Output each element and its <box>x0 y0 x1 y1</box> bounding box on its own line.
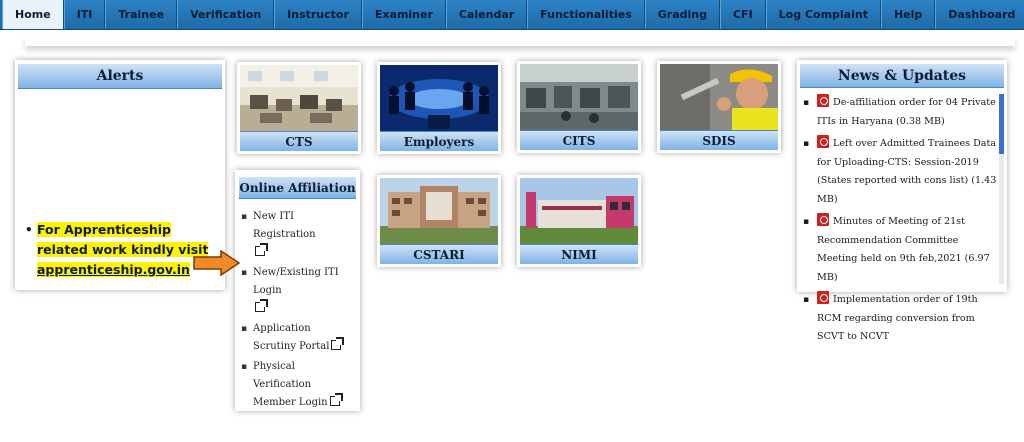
nav-log-complaint[interactable]: Log Complaint <box>765 0 881 29</box>
news-text: Implementation order of 19th RCM regardi… <box>817 294 978 342</box>
link-iti-login[interactable]: New/Existing ITI Login <box>241 264 356 318</box>
news-text: De-affiliation order for 04 Private ITIs… <box>817 97 996 127</box>
external-link-icon <box>329 393 343 406</box>
tile-label: CSTARI <box>380 244 498 264</box>
nav-functionalities[interactable]: Functionalities <box>527 0 645 29</box>
bullet-icon: ▪ <box>803 217 810 227</box>
link-new-iti-registration[interactable]: New ITI Registration <box>241 208 356 262</box>
sdis-image <box>660 64 778 130</box>
scrollbar-thumb[interactable] <box>999 94 1004 154</box>
tile-cits[interactable]: CITS <box>517 61 641 153</box>
news-item[interactable]: ▪ Implementation order of 19th RCM regard… <box>803 291 997 347</box>
bullet-icon: ▪ <box>803 139 810 149</box>
pdf-icon <box>817 135 829 148</box>
cstari-image <box>380 178 498 244</box>
tile-employers[interactable]: Employers <box>377 62 501 154</box>
link-physical-verification[interactable]: Physical Verification Member Login <box>241 358 356 412</box>
affiliation-list: New ITI Registration New/Existing ITI Lo… <box>241 208 356 414</box>
external-link-icon <box>331 337 345 350</box>
tile-cstari[interactable]: CSTARI <box>377 175 501 267</box>
pdf-icon <box>817 94 829 107</box>
pdf-icon <box>817 291 829 304</box>
nav-grading[interactable]: Grading <box>644 0 720 29</box>
link-label: Physical Verification Member Login <box>253 361 328 408</box>
news-text: Minutes of Meeting of 21st Recommendatio… <box>817 216 990 283</box>
cits-image <box>520 64 638 130</box>
news-item[interactable]: ▪ Minutes of Meeting of 21st Recommendati… <box>803 213 997 287</box>
external-link-icon <box>255 299 268 312</box>
alert-text: For Apprenticeship related work kindly v… <box>37 222 209 257</box>
bullet-icon: ▪ <box>803 295 810 305</box>
news-item[interactable]: ▪ Left over Admitted Trainees Data for Up… <box>803 135 997 209</box>
affiliation-title: Online Affiliation <box>239 177 356 199</box>
marquee-bar <box>25 36 1015 46</box>
nav-help[interactable]: Help <box>880 0 936 29</box>
tile-nimi[interactable]: NIMI <box>517 175 641 267</box>
nav-dashboard[interactable]: Dashboard <box>935 0 1024 29</box>
link-application-scrutiny[interactable]: Application Scrutiny Portal <box>241 320 356 356</box>
tile-label: CITS <box>520 130 638 150</box>
alert-scroll-area: • For Apprenticeship related work kindly… <box>25 220 220 290</box>
nav-instructor[interactable]: Instructor <box>274 0 362 29</box>
tile-cts[interactable]: CTS <box>237 62 361 154</box>
nimi-image <box>520 178 638 244</box>
news-title: News & Updates <box>800 64 1004 88</box>
link-label: Application Scrutiny Portal <box>253 323 330 352</box>
nav-cfi[interactable]: CFI <box>719 0 766 29</box>
external-link-icon <box>255 243 268 256</box>
nav-examiner[interactable]: Examiner <box>361 0 446 29</box>
nav-trainee[interactable]: Trainee <box>105 0 178 29</box>
online-affiliation-panel: Online Affiliation New ITI Registration … <box>235 170 360 411</box>
bullet-icon: ▪ <box>803 98 810 108</box>
cts-image <box>240 65 358 131</box>
news-panel: News & Updates ▪ De-affiliation order for… <box>797 60 1007 342</box>
tile-label: CTS <box>240 131 358 151</box>
tile-label: NIMI <box>520 244 638 264</box>
bullet-icon: • <box>25 223 33 237</box>
employers-image <box>380 65 498 131</box>
tile-sdis[interactable]: SDIS <box>657 61 781 153</box>
link-label: New ITI Registration <box>253 211 316 240</box>
alerts-title: Alerts <box>18 64 222 89</box>
nav-verification[interactable]: Verification <box>177 0 275 29</box>
news-scrollbar[interactable] <box>999 94 1004 284</box>
nav-iti[interactable]: ITI <box>63 0 106 29</box>
nav-home[interactable]: Home <box>2 0 64 29</box>
pdf-icon <box>817 213 829 226</box>
arrow-right-icon <box>193 249 241 277</box>
apprenticeship-link[interactable]: apprenticeship.gov.in <box>37 262 190 277</box>
tile-label: SDIS <box>660 130 778 150</box>
news-item[interactable]: ▪ De-affiliation order for 04 Private ITI… <box>803 94 997 131</box>
alert-item: For Apprenticeship related work kindly v… <box>37 220 219 280</box>
tile-label: Employers <box>380 131 498 151</box>
news-list: ▪ De-affiliation order for 04 Private ITI… <box>803 94 997 351</box>
news-text: Left over Admitted Trainees Data for Upl… <box>817 138 997 205</box>
nav-calendar[interactable]: Calendar <box>445 0 528 29</box>
link-label: New/Existing ITI Login <box>253 267 339 296</box>
top-nav-bar: Home ITI Trainee Verification Instructor… <box>0 0 1024 30</box>
